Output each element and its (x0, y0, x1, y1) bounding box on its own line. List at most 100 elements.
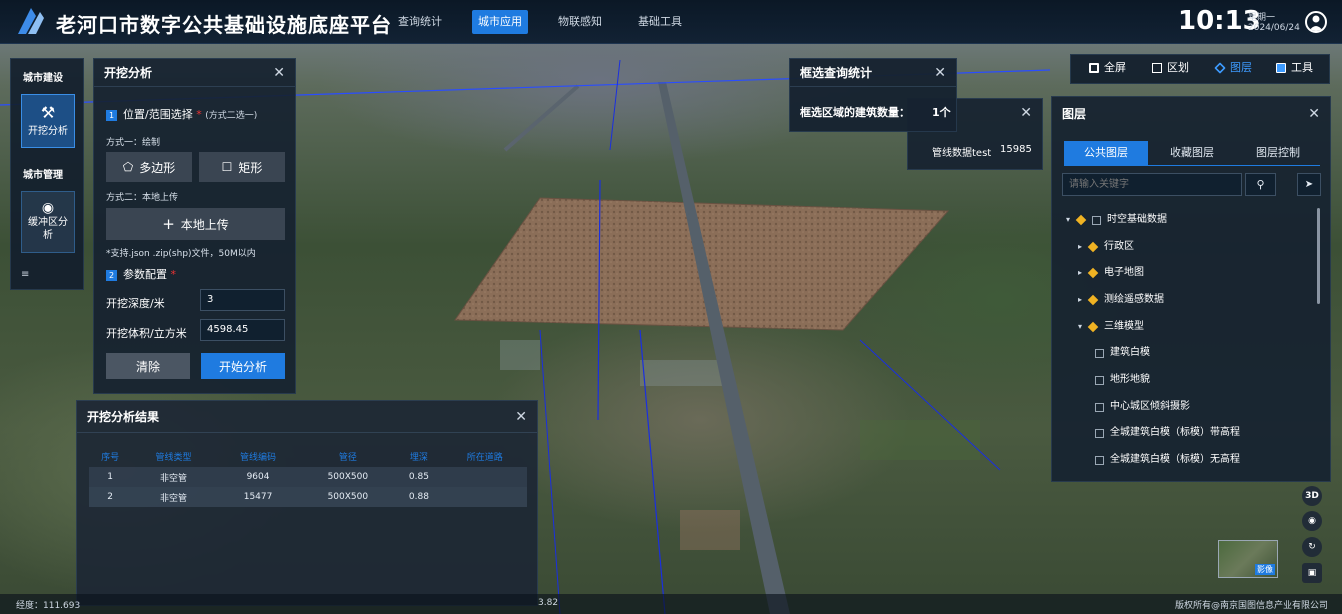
sidebar-item-buffer[interactable]: ◉ 缓冲区分析 (21, 191, 75, 253)
layer-label: 建筑白模 (1110, 347, 1150, 358)
basemap-label: 影像 (1255, 564, 1275, 575)
rotate-icon[interactable]: ↻ (1302, 537, 1322, 557)
layers-icon (1214, 62, 1226, 74)
nav-iot[interactable]: 物联感知 (552, 10, 608, 34)
left-sidebar: 城市建设 ⚒ 开挖分析 城市管理 ◉ 缓冲区分析 ≡ (10, 58, 84, 290)
layer-item-terrain[interactable]: 地形地貌 (1095, 372, 1150, 388)
close-icon[interactable]: ✕ (1308, 97, 1320, 131)
layer-checkbox[interactable] (1095, 402, 1104, 412)
chevron-right-icon[interactable]: ▸ (1078, 292, 1088, 308)
upload-button[interactable]: + 本地上传 (106, 208, 285, 240)
tab-underline (1064, 165, 1320, 166)
nav-query-stats[interactable]: 查询统计 (392, 10, 448, 34)
table-cell (442, 487, 527, 507)
step1-badge: 1 (106, 110, 117, 121)
required-mark: * (170, 268, 177, 281)
layer-item-white-with-height[interactable]: 全城建筑白模（标模）带高程 (1095, 425, 1240, 441)
close-icon[interactable]: ✕ (515, 401, 527, 433)
map-icon (1152, 63, 1162, 73)
layer-checkbox[interactable] (1095, 455, 1104, 465)
pipeline-value: 15985 (1000, 144, 1032, 155)
excavation-result-panel: 开挖分析结果 ✕ 序号 管线类型 管线编码 管径 埋深 所在道路 1 非空管 96… (76, 400, 538, 606)
user-avatar-icon[interactable] (1305, 11, 1327, 33)
close-icon[interactable]: ✕ (934, 59, 946, 87)
table-row[interactable]: 1 非空管 9604 500X500 0.85 (89, 467, 527, 487)
volume-label: 开挖体积/立方米 (106, 327, 187, 340)
layer-label: 三维模型 (1104, 321, 1144, 332)
chevron-down-icon[interactable]: ▾ (1066, 212, 1076, 228)
tab-layer-control[interactable]: 图层控制 (1236, 141, 1320, 165)
table-cell: 1 (89, 467, 132, 487)
mode1-label: 方式一：绘制 (106, 138, 161, 148)
collapse-menu-icon[interactable]: ≡ (21, 269, 29, 280)
button-label: 本地上传 (180, 217, 229, 232)
panel-title: 框选查询统计 (800, 66, 873, 80)
fullscreen-icon (1089, 63, 1099, 73)
search-icon[interactable]: ⚲ (1245, 173, 1276, 196)
layer-item-building-white[interactable]: 建筑白模 (1095, 345, 1150, 361)
column-header: 序号 (101, 452, 120, 463)
tab-public-layers[interactable]: 公共图层 (1064, 141, 1148, 165)
layer-cube-icon (1087, 241, 1099, 253)
layer-item-district[interactable]: ▸ 行政区 (1078, 239, 1134, 255)
layer-item-spatiotemporal[interactable]: ▾ 时空基础数据 (1066, 212, 1167, 228)
layers-scrollbar[interactable] (1317, 208, 1320, 304)
stats-label: 框选区域的建筑数量： (800, 106, 910, 119)
layer-item-remote-sensing[interactable]: ▸ 测绘遥感数据 (1078, 292, 1164, 308)
depth-input[interactable]: 3 (200, 289, 285, 311)
layer-button[interactable]: 图层 (1214, 58, 1252, 78)
draw-rect-button[interactable]: ☐ 矩形 (199, 152, 285, 182)
start-analysis-button[interactable]: 开始分析 (201, 353, 285, 379)
layer-label: 时空基础数据 (1107, 214, 1167, 225)
layer-checkbox[interactable] (1092, 215, 1101, 225)
fullscreen-button[interactable]: 全屏 (1089, 58, 1126, 78)
toolbox-icon (1276, 63, 1286, 73)
clear-button[interactable]: 清除 (106, 353, 190, 379)
basemap-thumbnail[interactable]: 影像 (1218, 540, 1278, 578)
close-icon[interactable]: ✕ (273, 59, 285, 87)
result-table: 序号 管线类型 管线编码 管径 埋深 所在道路 1 非空管 9604 500X5… (89, 445, 527, 507)
nav-city-apps[interactable]: 城市应用 (472, 10, 528, 34)
chevron-right-icon[interactable]: ▸ (1078, 239, 1088, 255)
nav-basic-tools[interactable]: 基础工具 (632, 10, 688, 34)
layer-checkbox[interactable] (1095, 375, 1104, 385)
tool-button[interactable]: 工具 (1276, 58, 1313, 78)
top-header: 老河口市数字公共基础设施底座平台 查询统计 城市应用 物联感知 基础工具 10:… (0, 0, 1342, 44)
layer-cube-icon (1087, 294, 1099, 306)
coordinate-readout: 经度：111.693 (16, 601, 81, 611)
locate-icon[interactable]: ➤ (1297, 173, 1321, 196)
chevron-right-icon[interactable]: ▸ (1078, 265, 1088, 281)
plus-icon: + (162, 215, 175, 233)
column-header: 管线编码 (240, 452, 277, 463)
view-3d-button[interactable]: 3D (1302, 486, 1322, 506)
layer-label: 地形地貌 (1110, 374, 1150, 385)
panel-title: 开挖分析 (104, 66, 153, 80)
close-icon[interactable]: ✕ (1020, 105, 1032, 121)
draw-polygon-button[interactable]: ⬠ 多边形 (106, 152, 192, 182)
district-button[interactable]: 区划 (1152, 58, 1189, 78)
weekday: 星期一 (1248, 13, 1276, 23)
chevron-down-icon[interactable]: ▾ (1078, 319, 1088, 335)
depth-label: 开挖深度/米 (106, 297, 165, 310)
table-cell: 15477 (215, 487, 301, 507)
table-cell: 500X500 (300, 467, 396, 487)
layer-search-input[interactable] (1062, 173, 1242, 196)
step1-hint: (方式二选一) (205, 111, 258, 121)
screenshot-icon[interactable]: ▣ (1302, 563, 1322, 583)
table-cell: 非空管 (131, 487, 216, 507)
layer-item-3d-model[interactable]: ▾ 三维模型 (1078, 319, 1144, 335)
layer-cube-icon (1087, 267, 1099, 279)
table-row[interactable]: 2 非空管 15477 500X500 0.88 (89, 487, 527, 507)
layer-item-oblique[interactable]: 中心城区倾斜摄影 (1095, 399, 1190, 415)
layer-checkbox[interactable] (1095, 348, 1104, 358)
sidebar-item-excavate[interactable]: ⚒ 开挖分析 (21, 94, 75, 148)
layer-checkbox[interactable] (1095, 428, 1104, 438)
layer-label: 测绘遥感数据 (1104, 294, 1164, 305)
button-label: 区划 (1167, 61, 1189, 74)
tab-favorite-layers[interactable]: 收藏图层 (1150, 141, 1234, 165)
upload-hint: *支持.json .zip(shp)文件，50M以内 (106, 249, 256, 259)
layer-item-white-no-height[interactable]: 全城建筑白模（标模）无高程 (1095, 452, 1240, 468)
layer-item-e-map[interactable]: ▸ 电子地图 (1078, 265, 1144, 281)
volume-input[interactable]: 4598.45 (200, 319, 285, 341)
globe-icon[interactable]: ◉ (1302, 511, 1322, 531)
